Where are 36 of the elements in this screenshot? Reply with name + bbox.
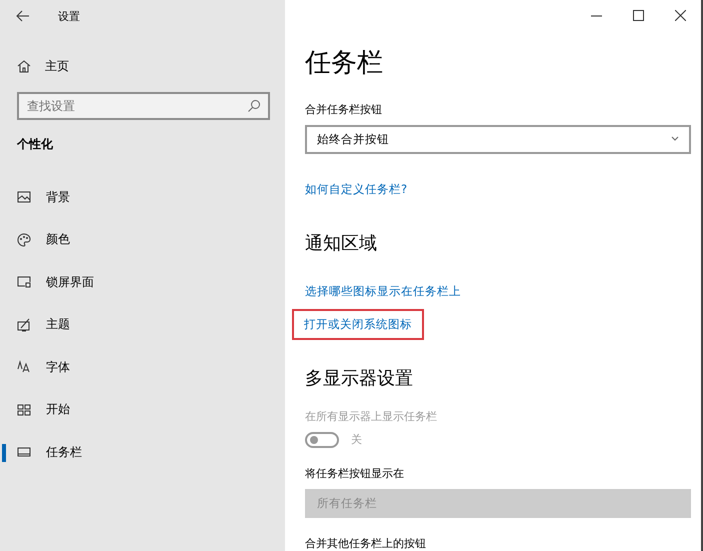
sidebar-item[interactable]: 任务栏 — [0, 431, 285, 474]
sidebar-item[interactable]: 背景 — [0, 176, 285, 218]
search-field[interactable]: 查找设置 — [17, 92, 270, 120]
sidebar-item[interactable]: 字体 — [0, 346, 285, 388]
window-title: 设置 — [58, 8, 80, 24]
back-icon[interactable] — [16, 10, 30, 22]
link[interactable]: 打开或关闭系统图标 — [294, 310, 422, 338]
setting-label: 将任务栏按钮显示在 — [305, 466, 405, 481]
taskbar-icon — [17, 445, 31, 460]
home-icon[interactable] — [17, 59, 31, 73]
font-icon — [17, 360, 31, 374]
setting-label: 合并其他任务栏上的按钮 — [305, 536, 427, 551]
picture-icon — [17, 190, 31, 204]
maximize-icon[interactable] — [632, 10, 644, 21]
sidebar-item[interactable]: 颜色 — [0, 218, 285, 261]
theme-icon — [17, 318, 31, 332]
sidebar-item[interactable]: 主题 — [0, 304, 285, 346]
section-heading: 多显示器设置 — [305, 366, 414, 391]
home-link[interactable]: 主页 — [45, 58, 69, 74]
toggle-state: 关 — [351, 432, 362, 448]
palette-icon — [17, 232, 31, 247]
chevron-icon — [671, 136, 679, 142]
link[interactable]: 选择哪些图标显示在任务栏上 — [305, 278, 461, 305]
page-title: 任务栏 — [305, 46, 384, 80]
close-icon[interactable] — [674, 10, 686, 21]
section-title: 个性化 — [17, 136, 54, 153]
link[interactable]: 如何自定义任务栏? — [305, 176, 408, 203]
sidebar-item[interactable]: 开始 — [0, 388, 285, 431]
section-heading: 通知区域 — [305, 232, 378, 256]
search-icon — [247, 99, 261, 113]
lockscreen-icon — [17, 275, 31, 290]
sidebar-item[interactable]: 锁屏界面 — [0, 261, 285, 304]
setting-label: 合并任务栏按钮 — [305, 102, 383, 117]
setting-label: 在所有显示器上显示任务栏 — [305, 408, 438, 424]
dropdown[interactable]: 始终合并按钮 — [305, 124, 691, 154]
start-icon — [17, 402, 31, 417]
